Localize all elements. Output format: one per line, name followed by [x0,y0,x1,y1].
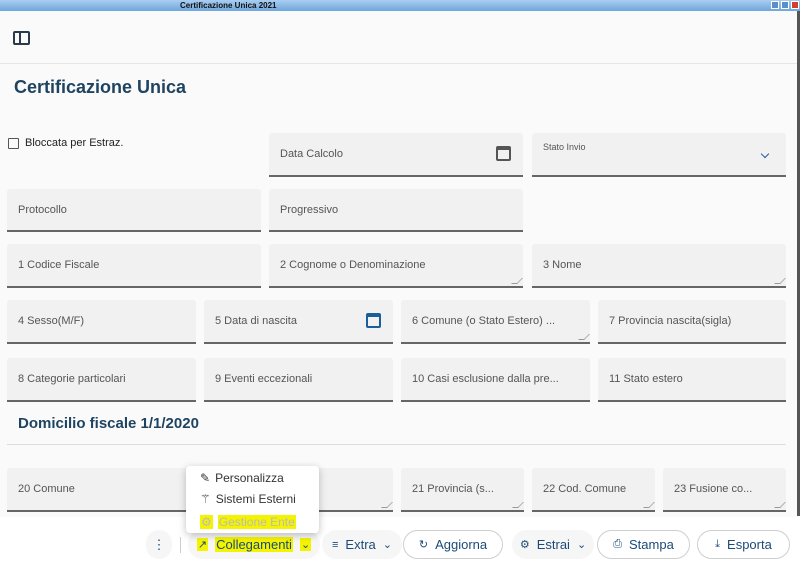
minimize-button[interactable] [771,1,779,9]
menu-item-personalizza[interactable]: ✎ Personalizza [200,471,284,485]
resize-handle[interactable] [512,502,524,508]
cognome-field[interactable]: 2 Cognome o Denominazione [269,244,523,288]
external-link-icon: ↗ [196,538,209,551]
calendar-icon[interactable] [496,146,511,161]
download-icon: ⤓ [715,538,721,550]
fusione-field[interactable]: 23 Fusione co... [663,468,786,512]
field-label: 22 Cod. Comune [543,483,627,495]
provincia-field[interactable]: 21 Provincia (s... [401,468,524,512]
stato-estero-field[interactable]: 11 Stato estero [598,358,786,402]
field-label: 23 Fusione co... [674,483,753,495]
field-label: 10 Casi esclusione dalla pre... [412,373,559,385]
chevron-down-icon: ⌄ [299,538,312,551]
section-title: Domicilio fiscale 1/1/2020 [18,415,199,432]
button-label: Stampa [629,537,674,552]
codice-fiscale-field[interactable]: 1 Codice Fiscale [7,244,261,288]
menu-item-label: Gestione Ente [217,515,296,529]
sidebar-toggle-icon[interactable] [13,31,30,45]
data-nascita-field[interactable]: 5 Data di nascita [204,300,393,344]
field-label: 20 Comune [18,483,75,495]
resize-handle[interactable] [578,334,590,340]
button-label: Collegamenti [215,537,293,552]
field-label: 2 Cognome o Denominazione [280,259,426,271]
eventi-field[interactable]: 9 Eventi eccezionali [204,358,393,402]
stampa-button[interactable]: ⎙ Stampa [597,530,690,559]
window-titlebar: Certificazione Unica 2021 [0,0,800,11]
field-label: Stato Invio [543,142,586,152]
cod-comune-field[interactable]: 22 Cod. Comune [532,468,655,512]
comune-nascita-field[interactable]: 6 Comune (o Stato Estero) ... [401,300,590,344]
button-label: Aggiorna [435,537,488,552]
field-label: 5 Data di nascita [215,315,297,327]
magic-wand-icon: ⚚ [200,492,211,506]
button-label: Extra [345,537,376,552]
progressivo-field[interactable]: Progressivo [269,189,523,232]
gear-icon: ⚙ [519,539,530,551]
more-button[interactable]: ⋮ [146,530,172,559]
chevron-down-icon: ⌄ [382,539,392,551]
gears-icon: ⚙ [200,515,213,529]
sesso-field[interactable]: 4 Sesso(M/F) [7,300,196,344]
field-label: 1 Codice Fiscale [18,259,100,271]
field-label: Progressivo [280,203,339,216]
menu-item-label: Personalizza [215,471,284,485]
field-label: 11 Stato estero [609,373,683,385]
aggiorna-button[interactable]: ↻ Aggiorna [403,530,503,559]
calendar-icon[interactable] [366,313,381,328]
bottom-toolbar: ⋮ ↗ Collegamenti ⌄ ≡ Extra ⌄ ↻ Aggiorna ⚙ Estr… [0,517,800,565]
close-button[interactable] [791,1,799,9]
button-label: Estrai [536,537,570,552]
window-title: Certificazione Unica 2021 [180,1,277,10]
chevron-down-icon: ⌄ [576,539,587,551]
checkbox-icon[interactable] [8,137,19,149]
resize-handle[interactable] [381,502,393,508]
toolbar-divider [180,537,181,553]
bloccata-label: Bloccata per Estraz. [25,137,124,149]
field-label: 7 Provincia nascita(sigla) [609,315,732,327]
data-calcolo-field[interactable]: Data Calcolo [269,133,523,177]
refresh-icon: ↻ [418,539,429,551]
menu-icon: ≡ [332,538,339,551]
printer-icon: ⎙ [613,538,622,550]
header [0,11,797,64]
stato-invio-select[interactable]: Stato Invio [532,133,786,177]
nome-field[interactable]: 3 Nome [532,244,786,288]
field-label: 6 Comune (o Stato Estero) ... [412,315,556,327]
resize-handle[interactable] [643,502,655,508]
resize-handle[interactable] [511,278,523,284]
extra-button[interactable]: ≡ Extra ⌄ [322,530,402,559]
esporta-button[interactable]: ⤓ Esporta [697,530,790,559]
field-label: Data Calcolo [280,148,343,160]
button-label: Esporta [727,537,772,552]
resize-handle[interactable] [774,278,786,284]
pencil-icon: ✎ [200,471,211,485]
field-label: Protocollo [18,203,67,216]
field-label: 9 Eventi eccezionali [215,373,313,385]
menu-item-sistemi-esterni[interactable]: ⚚ Sistemi Esterni [200,492,296,506]
field-label: 4 Sesso(M/F) [18,315,85,327]
menu-item-label: Sistemi Esterni [215,492,296,506]
more-icon: ⋮ [152,536,166,552]
field-label: 3 Nome [543,259,582,271]
divider [7,444,786,445]
menu-item-gestione-ente[interactable]: ⚙ Gestione Ente [200,515,296,529]
bloccata-checkbox[interactable]: Bloccata per Estraz. [8,137,123,149]
protocollo-field[interactable]: Protocollo [7,189,261,232]
maximize-button[interactable] [781,1,789,9]
chevron-down-icon [760,149,770,159]
collegamenti-menu: ✎ Personalizza ⚚ Sistemi Esterni ⚙ Gestione… [186,466,319,533]
page-title: Certificazione Unica [14,77,187,97]
provincia-nascita-field[interactable]: 7 Provincia nascita(sigla) [598,300,786,344]
resize-handle[interactable] [774,502,786,508]
categorie-field[interactable]: 8 Categorie particolari [7,358,196,402]
field-label: 8 Categorie particolari [18,373,126,385]
estrai-button[interactable]: ⚙ Estrai ⌄ [512,530,594,559]
field-label: 21 Provincia (s... [412,483,494,495]
casi-esclusione-field[interactable]: 10 Casi esclusione dalla pre... [401,358,590,402]
collegamenti-button[interactable]: ↗ Collegamenti ⌄ [188,530,320,559]
